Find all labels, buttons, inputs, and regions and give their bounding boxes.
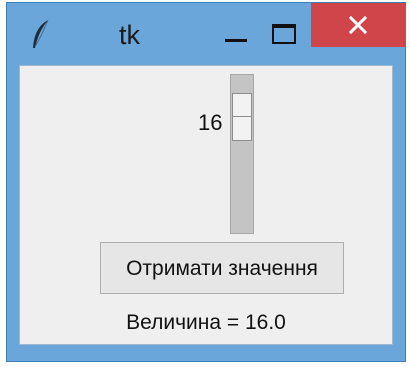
close-icon xyxy=(349,16,367,34)
get-value-button[interactable]: Отримати значення xyxy=(100,242,344,294)
close-button[interactable] xyxy=(311,3,405,47)
client-area: 16 Отримати значення Величина = 16.0 xyxy=(19,65,393,345)
minimize-icon[interactable] xyxy=(221,15,251,51)
tk-window: tk 16 Отримати значення Величина = 16.0 xyxy=(6,2,406,362)
scale-slider-handle[interactable] xyxy=(232,93,252,141)
feather-icon xyxy=(29,19,53,51)
scale-value-label: 16 xyxy=(198,110,223,135)
window-title: tk xyxy=(119,20,141,50)
maximize-icon[interactable] xyxy=(269,15,299,51)
result-label: Величина = 16.0 xyxy=(126,311,286,334)
scale-trough[interactable] xyxy=(230,74,254,234)
title-bar[interactable]: tk xyxy=(7,3,405,65)
